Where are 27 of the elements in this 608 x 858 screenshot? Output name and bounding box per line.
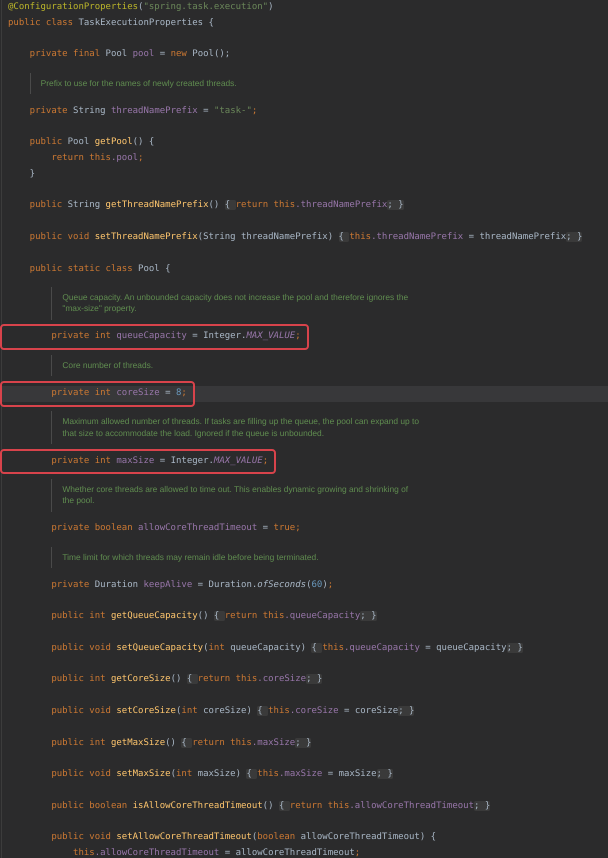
doc-comment: Prefix to use for the names of newly created threads. xyxy=(40,78,238,90)
code-line: public Pool getPool() { xyxy=(28,136,154,150)
code-line: private boolean allowCoreThreadTimeout = true; xyxy=(50,522,301,536)
code-line: private String threadNamePrefix = "task-"; xyxy=(28,104,258,118)
code-line: public void setAllowCoreThreadTimeout(boolean allowCoreThreadTimeout) { xyxy=(50,831,436,844)
code-line: public boolean isAllowCoreThreadTimeout() { return this.allowCoreThreadTimeout; } xyxy=(50,800,490,813)
code-line: return this.pool; xyxy=(50,152,144,166)
code-line: public void setCoreSize(int coreSize) { this.coreSize = coreSize; } xyxy=(50,705,414,718)
code-line: } xyxy=(28,168,36,181)
code-line: public void setThreadNamePrefix(String threadNamePrefix) { this.threadNamePrefix = threadNamePrefix; } xyxy=(28,231,582,244)
code-line: private Duration keepAlive = Duration.ofSeconds(60); xyxy=(50,578,334,592)
doc-comment: Queue capacity. An unbounded capacity does not increase the pool and therefore ignores the "max-size" property. xyxy=(62,292,410,315)
code-line: public int getQueueCapacity() { return this.queueCapacity; } xyxy=(50,610,376,624)
code-line: @ConfigurationProperties("spring.task.execution") xyxy=(8,1,274,14)
code-line: public void setMaxSize(int maxSize) { this.maxSize = maxSize; } xyxy=(50,768,393,782)
doc-comment: Time limit for which threads may remain idle before being terminated. xyxy=(62,552,320,564)
code-line: this.allowCoreThreadTimeout = allowCoreThreadTimeout; xyxy=(72,847,360,858)
code-line: public int getMaxSize() { return this.maxSize; } xyxy=(50,736,312,750)
code-line: public class TaskExecutionProperties { xyxy=(8,16,214,30)
code-line: public static class Pool { xyxy=(28,262,171,276)
code-line: public String getThreadNamePrefix() { return this.threadNamePrefix; } xyxy=(28,199,404,212)
doc-comment: Whether core threads are allowed to time out. This enables dynamic growing and shrinking of the pool. xyxy=(62,484,410,507)
doc-comment: Core number of threads. xyxy=(62,360,154,372)
doc-comment: Maximum allowed number of threads. If tasks are filling up the queue, the pool can expand up to that size to accommodate the load. Ignored if the queue is unbounded. xyxy=(62,416,420,440)
code-line: public int getCoreSize() { return this.coreSize; } xyxy=(50,673,322,686)
code-line: private final Pool pool = new Pool(); xyxy=(28,48,230,62)
code-line: public void setQueueCapacity(int queueCapacity) { this.queueCapacity = queueCapacity; } xyxy=(50,642,523,655)
